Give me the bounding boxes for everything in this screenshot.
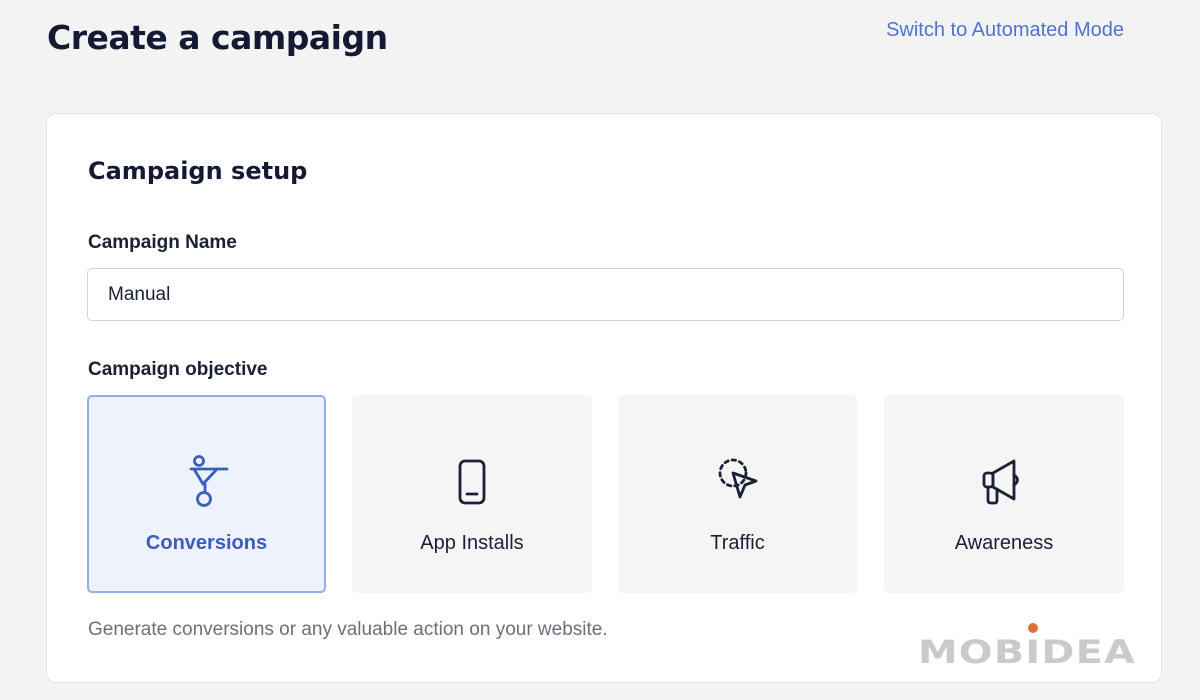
objective-tile-traffic[interactable]: Traffic	[618, 395, 857, 593]
funnel-icon	[189, 455, 228, 507]
objective-tile-app-installs[interactable]: App Installs	[352, 395, 592, 593]
objective-tiles: Conversions App Installs Traffic Awarene…	[87, 395, 1124, 593]
objective-tile-awareness[interactable]: Awareness	[884, 395, 1124, 593]
section-title: Campaign setup	[88, 157, 308, 185]
smartphone-icon	[458, 459, 486, 505]
page-title: Create a campaign	[47, 18, 388, 57]
watermark-text: MOBIDEA	[918, 633, 1136, 667]
objective-label-awareness: Awareness	[954, 532, 1054, 554]
campaign-setup-card: Campaign setup Campaign Name Campaign ob…	[46, 113, 1162, 683]
objective-label-conversions: Conversions	[145, 532, 268, 554]
objective-tile-conversions[interactable]: Conversions	[87, 395, 326, 593]
campaign-objective-label: Campaign objective	[88, 359, 268, 380]
campaign-name-label: Campaign Name	[88, 232, 237, 253]
campaign-name-input[interactable]	[87, 268, 1124, 321]
cursor-click-icon	[718, 458, 757, 499]
objective-label-app-installs: App Installs	[420, 532, 524, 554]
megaphone-icon	[982, 459, 1019, 505]
objective-description: Generate conversions or any valuable act…	[88, 619, 608, 640]
objective-label-traffic: Traffic	[710, 532, 765, 554]
switch-to-automated-mode-link[interactable]: Switch to Automated Mode	[886, 19, 1124, 42]
mobidea-watermark-logo: MOBIDEA	[918, 623, 1136, 667]
watermark-dot	[1028, 623, 1038, 633]
